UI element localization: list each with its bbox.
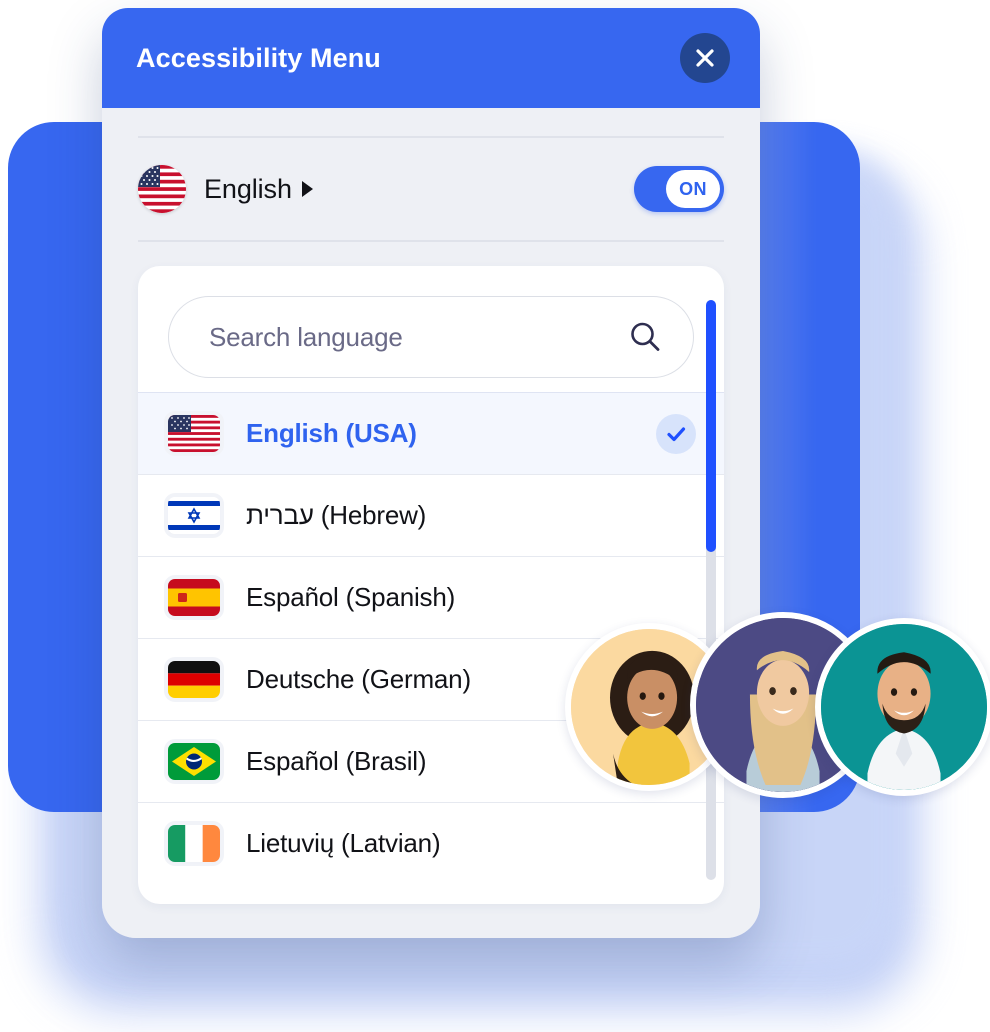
- language-picker-card: English (USA): [138, 266, 724, 904]
- search-icon[interactable]: [627, 319, 663, 355]
- flag-usa-circle-icon: [138, 165, 186, 213]
- list-item-label: עברית (Hebrew): [246, 500, 427, 530]
- list-item-label: English (USA): [246, 418, 417, 448]
- avatar-man-beard: [815, 618, 990, 796]
- divider-bottom: [138, 240, 724, 242]
- list-item-label: Español (Spanish): [246, 582, 456, 612]
- flag-usa-icon: [168, 415, 220, 452]
- modal-body: English ON Search language English (USA)…: [102, 108, 760, 938]
- search-input[interactable]: [207, 320, 627, 354]
- page-title: Accessibility Menu: [136, 42, 381, 73]
- flag-brazil-icon: [168, 743, 220, 780]
- list-item[interactable]: English (USA): [138, 392, 724, 474]
- close-button[interactable]: [680, 33, 730, 83]
- avatar-group: [560, 610, 990, 805]
- list-item[interactable]: עברית (Hebrew): [138, 474, 724, 556]
- flag-germany-icon: [168, 661, 220, 698]
- caret-right-icon: [301, 181, 313, 197]
- current-language-label: English: [204, 173, 292, 204]
- list-item-label: Deutsche (German): [246, 664, 471, 694]
- accessibility-toggle[interactable]: ON: [634, 166, 724, 212]
- selected-check-badge: [656, 413, 696, 454]
- toggle-state-label: ON: [666, 170, 720, 208]
- flag-ireland-icon: [168, 825, 220, 862]
- list-scrollbar-thumb[interactable]: [706, 300, 716, 552]
- flag-israel-icon: [168, 497, 220, 534]
- modal-header: Accessibility Menu: [102, 8, 760, 108]
- current-language-row[interactable]: English ON: [138, 138, 724, 240]
- list-item[interactable]: Lietuvių (Latvian): [138, 802, 724, 884]
- flag-spain-icon: [168, 579, 220, 616]
- search-area: [138, 266, 724, 392]
- close-icon: [696, 49, 714, 67]
- list-item-label: Lietuvių (Latvian): [246, 828, 441, 858]
- search-box[interactable]: [168, 296, 694, 378]
- list-item-label: Español (Brasil): [246, 746, 427, 776]
- check-icon: [667, 426, 686, 441]
